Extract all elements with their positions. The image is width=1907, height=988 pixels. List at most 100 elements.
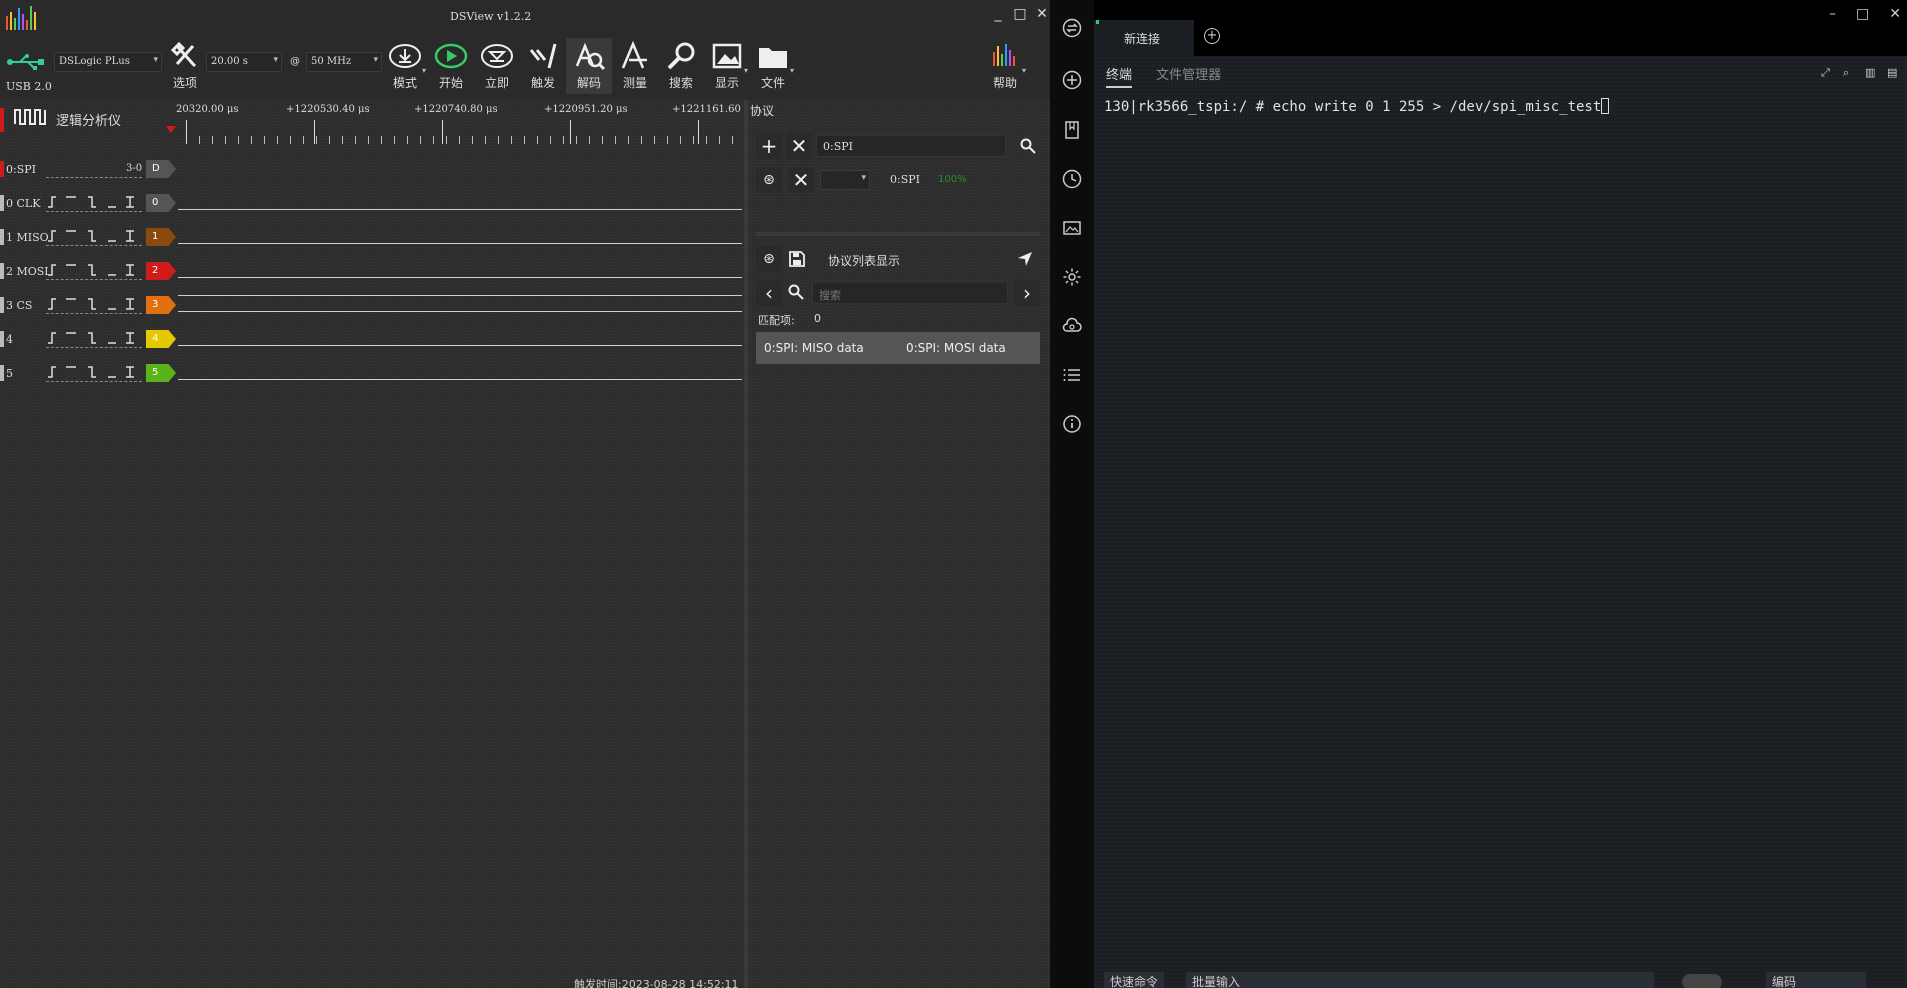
device-select[interactable]: DSLogic PLus ▾ — [54, 52, 162, 72]
channel-underline — [46, 177, 142, 178]
list-settings-button[interactable]: ⊛ — [756, 246, 782, 272]
wrench-icon — [170, 41, 197, 68]
history-icon[interactable] — [1062, 169, 1082, 189]
decoder-settings-button[interactable]: ⊛ — [756, 167, 782, 193]
help-button[interactable]: 帮助 ▾ — [982, 38, 1028, 94]
remove-decoder-button[interactable]: ✕ — [786, 133, 812, 159]
waveform-line — [178, 295, 742, 296]
navigate-icon[interactable] — [1016, 250, 1034, 268]
mode-button[interactable]: 模式 ▾ — [382, 38, 428, 94]
channel-color-bar — [0, 161, 4, 177]
close-button[interactable]: ✕ — [1034, 6, 1050, 22]
prev-match-button[interactable]: ‹ — [756, 280, 782, 306]
split-vertical-icon[interactable]: ▥ — [1865, 66, 1879, 80]
start-button[interactable]: 开始 — [428, 38, 474, 94]
decoder-search-field[interactable]: 0:SPI — [816, 135, 1006, 157]
trigger-button[interactable]: 触发 — [520, 38, 566, 94]
measure-button[interactable]: 测量 — [612, 38, 658, 94]
help-logo-icon — [993, 44, 1015, 66]
channel-row-4[interactable]: 4 4 — [0, 325, 745, 353]
panel-separator — [756, 232, 1040, 236]
protocol-search-placeholder: 搜索 — [819, 289, 841, 302]
tab-file-manager[interactable]: 文件管理器 — [1156, 68, 1221, 83]
chevron-down-icon: ▾ — [421, 66, 426, 75]
decode-button[interactable]: 解码 — [566, 38, 612, 94]
cloud-sync-icon[interactable] — [1062, 316, 1082, 336]
minimize-button[interactable]: _ — [990, 6, 1006, 22]
maximize-button[interactable]: □ — [1012, 6, 1028, 22]
next-match-button[interactable]: › — [1014, 280, 1040, 306]
settings-icon[interactable] — [1062, 267, 1082, 287]
add-circle-icon[interactable] — [1062, 70, 1082, 90]
search-button[interactable]: 搜索 — [658, 38, 704, 94]
maximize-button[interactable]: □ — [1856, 6, 1869, 22]
encoding-select[interactable]: 编码 — [1766, 972, 1866, 988]
measure-label: 测量 — [622, 76, 647, 90]
duration-select[interactable]: 20.00 s ▾ — [206, 52, 282, 72]
protocol-search-input[interactable]: 搜索 — [812, 282, 1008, 304]
close-button[interactable]: ✕ — [1889, 6, 1901, 22]
channel-row-cs[interactable]: 3 CS 3 — [0, 291, 745, 319]
channel-tag[interactable]: 5 — [146, 364, 176, 382]
connect-icon[interactable] — [1062, 18, 1082, 38]
batch-input[interactable]: 批量输入 — [1186, 972, 1654, 988]
protocol-panel: 协议 + ✕ 0:SPI ⊛ ✕ ▾ 0:SPI 100% ⊛ 协议列表显示 ‹… — [748, 100, 1050, 988]
bookmark-icon[interactable] — [1062, 120, 1082, 140]
search-icon[interactable]: ⌕ — [1843, 66, 1857, 80]
trigger-options-icon[interactable] — [46, 261, 142, 279]
channel-tag[interactable]: 2 — [146, 262, 176, 280]
channel-row-mosi[interactable]: 2 MOSI 2 — [0, 257, 745, 285]
save-icon[interactable] — [788, 250, 806, 268]
minimize-button[interactable]: – — [1829, 6, 1836, 22]
search-icon[interactable] — [1020, 138, 1036, 154]
trigger-label: 触发 — [530, 76, 555, 90]
channel-name: 0:SPI — [6, 163, 36, 176]
file-button[interactable]: 文件 ▾ — [750, 38, 796, 94]
options-button[interactable]: 选项 — [162, 38, 208, 94]
trigger-options-icon[interactable] — [46, 227, 142, 245]
tab-label: 新连接 — [1124, 32, 1161, 46]
samplerate-select[interactable]: 50 MHz ▾ — [306, 52, 382, 72]
protocol-list-header[interactable]: 0:SPI: MISO data 0:SPI: MOSI data — [756, 332, 1040, 364]
quick-command-button[interactable]: 快速命令 — [1104, 972, 1165, 988]
trigger-options-icon[interactable] — [46, 295, 142, 313]
trigger-options-icon[interactable] — [46, 193, 142, 211]
channel-tag[interactable]: D — [146, 160, 176, 178]
add-tab-button[interactable]: + — [1204, 28, 1220, 44]
decoder-option-select[interactable]: ▾ — [820, 170, 870, 190]
download-circle-icon — [389, 44, 421, 68]
trigger-options-icon[interactable] — [46, 329, 142, 347]
channel-tag[interactable]: 4 — [146, 330, 176, 348]
fullscreen-icon[interactable]: ⤢ — [1821, 66, 1835, 80]
chevron-left-icon: ‹ — [765, 281, 773, 305]
terminal-output[interactable]: 130|rk3566_tspi:/ # echo write 0 1 255 >… — [1104, 98, 1610, 115]
decoder-name: 0:SPI — [890, 173, 920, 186]
instant-capture-icon — [481, 44, 513, 68]
channel-name: 5 — [6, 367, 13, 380]
list-icon[interactable] — [1062, 365, 1082, 385]
channel-tag[interactable]: 1 — [146, 228, 176, 246]
trigger-marker-icon[interactable] — [166, 126, 176, 133]
channel-tag[interactable]: 0 — [146, 194, 176, 212]
channel-row-miso[interactable]: 1 MISO 1 — [0, 223, 745, 251]
channel-row-spi[interactable]: 0:SPI 3-0 D — [0, 155, 745, 183]
batch-toggle[interactable] — [1682, 974, 1722, 988]
display-button[interactable]: 显示 ▾ — [704, 38, 750, 94]
waveform-line — [178, 209, 742, 210]
delete-decoder-button[interactable]: ✕ — [788, 167, 814, 193]
ruler-label: +1220951.20 μs — [544, 104, 628, 115]
close-icon: ✕ — [790, 134, 808, 158]
chevron-right-icon: › — [1023, 281, 1031, 305]
trigger-options-icon[interactable] — [46, 363, 142, 381]
split-horizontal-icon[interactable]: ▤ — [1887, 66, 1901, 80]
chevron-down-icon: ▾ — [153, 55, 158, 65]
info-icon[interactable] — [1062, 414, 1082, 434]
tab-new-connection[interactable]: 新连接 — [1094, 20, 1194, 56]
instant-button[interactable]: 立即 — [474, 38, 520, 94]
image-icon[interactable] — [1062, 218, 1082, 238]
channel-row-5[interactable]: 5 5 — [0, 359, 745, 387]
channel-row-clk[interactable]: 0 CLK 0 — [0, 189, 745, 217]
tab-terminal[interactable]: 终端 — [1106, 68, 1133, 88]
add-decoder-button[interactable]: + — [756, 133, 782, 159]
channel-tag[interactable]: 3 — [146, 296, 176, 314]
